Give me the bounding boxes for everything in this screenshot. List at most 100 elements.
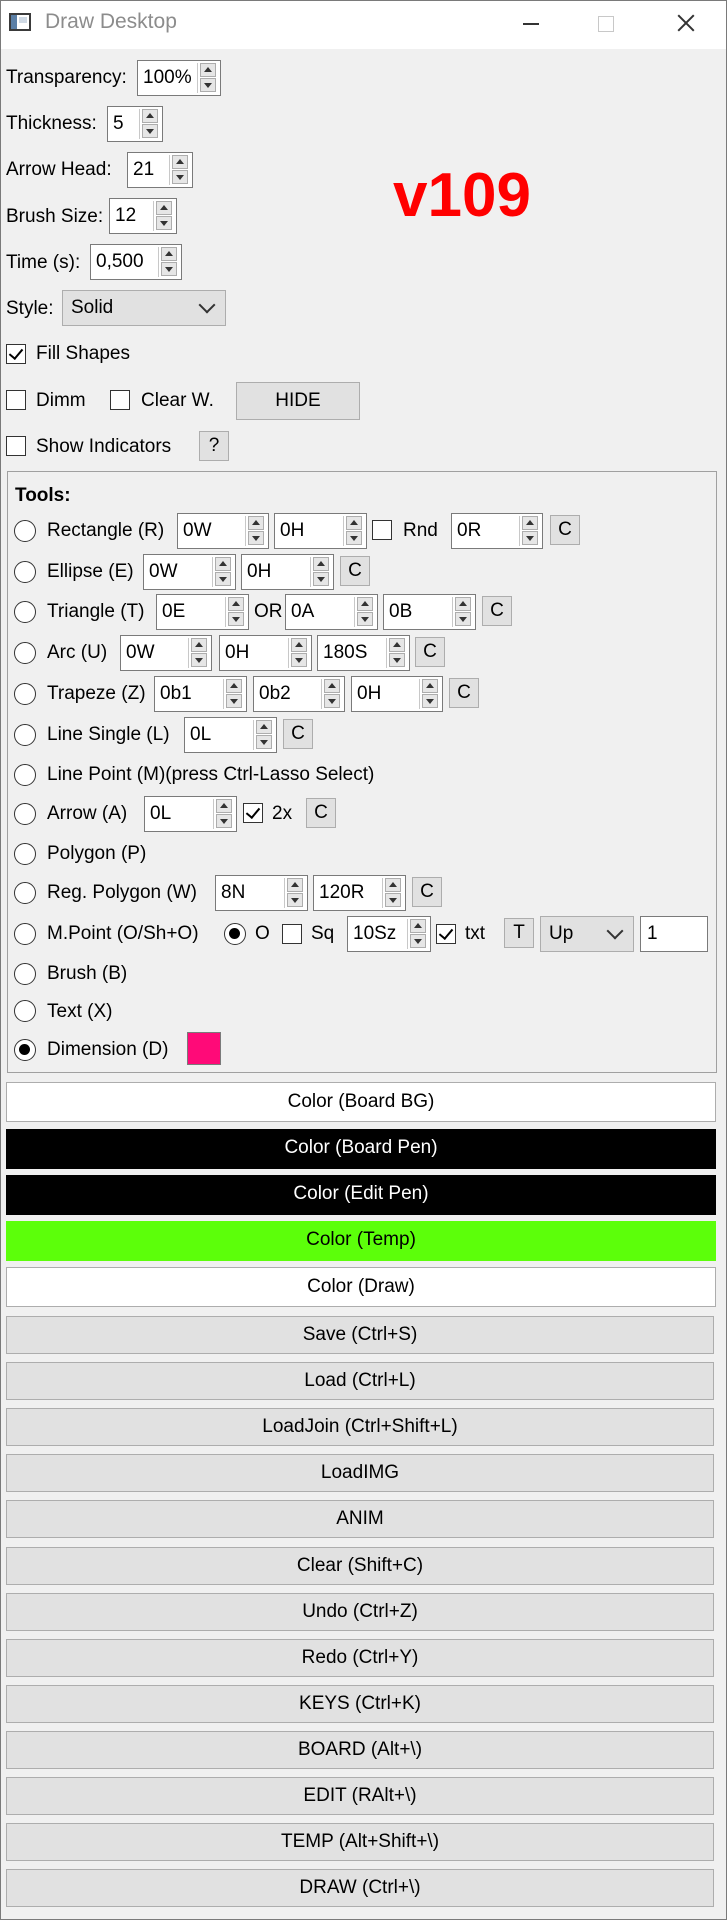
mpoint-sq-checkbox[interactable] <box>282 924 302 944</box>
ellipse-c-button[interactable]: C <box>340 556 370 586</box>
down-arrow-icon[interactable] <box>313 572 329 586</box>
up-arrow-icon[interactable] <box>172 155 188 169</box>
polygon-radio[interactable] <box>14 843 36 865</box>
down-arrow-icon[interactable] <box>226 694 242 708</box>
load-img-button[interactable]: LoadIMG <box>6 1454 714 1492</box>
reg-polygon-radius-spinner[interactable]: 120R <box>313 875 406 911</box>
up-arrow-icon[interactable] <box>313 557 329 571</box>
line-point-radio[interactable] <box>14 764 36 786</box>
line-single-length-spinner[interactable]: 0L <box>184 717 277 753</box>
temp-button[interactable]: TEMP (Alt+Shift+\) <box>6 1823 714 1861</box>
triangle-e-spinner[interactable]: 0E <box>156 594 249 630</box>
up-arrow-icon[interactable] <box>422 679 438 693</box>
reg-polygon-radio[interactable] <box>14 882 36 904</box>
down-arrow-icon[interactable] <box>172 170 188 184</box>
arc-c-button[interactable]: C <box>415 637 445 667</box>
draw-button[interactable]: DRAW (Ctrl+\) <box>6 1869 714 1907</box>
rectangle-radius-spinner[interactable]: 0R <box>451 513 543 549</box>
ellipse-width-spinner[interactable]: 0W <box>143 554 236 590</box>
up-arrow-icon[interactable] <box>256 720 272 734</box>
load-join-button[interactable]: LoadJoin (Ctrl+Shift+L) <box>6 1408 714 1446</box>
maximize-button[interactable] <box>575 3 635 43</box>
transparency-spinner[interactable]: 100% <box>137 60 221 96</box>
mpoint-number-field[interactable]: 1 <box>640 916 708 952</box>
hide-button[interactable]: HIDE <box>236 382 360 420</box>
rectangle-radio[interactable] <box>14 520 36 542</box>
trapeze-c-button[interactable]: C <box>449 678 479 708</box>
mpoint-t-button[interactable]: T <box>504 918 534 948</box>
down-arrow-icon[interactable] <box>324 694 340 708</box>
redo-button[interactable]: Redo (Ctrl+Y) <box>6 1639 714 1677</box>
color-edit-pen-button[interactable]: Color (Edit Pen) <box>6 1175 716 1215</box>
down-arrow-icon[interactable] <box>191 653 207 667</box>
dimension-color-swatch[interactable] <box>187 1032 221 1065</box>
down-arrow-icon[interactable] <box>215 572 231 586</box>
rectangle-height-spinner[interactable]: 0H <box>274 513 367 549</box>
arrow-length-spinner[interactable]: 0L <box>144 796 237 832</box>
dimm-checkbox[interactable] <box>6 390 26 410</box>
arc-height-spinner[interactable]: 0H <box>219 635 312 671</box>
arrow-c-button[interactable]: C <box>306 798 336 828</box>
down-arrow-icon[interactable] <box>161 262 177 276</box>
triangle-b-spinner[interactable]: 0B <box>383 594 476 630</box>
ellipse-height-spinner[interactable]: 0H <box>241 554 334 590</box>
down-arrow-icon[interactable] <box>156 216 172 230</box>
up-arrow-icon[interactable] <box>156 201 172 215</box>
down-arrow-icon[interactable] <box>142 124 158 138</box>
arrow-radio[interactable] <box>14 803 36 825</box>
color-board-pen-button[interactable]: Color (Board Pen) <box>6 1129 716 1169</box>
down-arrow-icon[interactable] <box>410 934 426 948</box>
dimension-radio[interactable] <box>14 1039 36 1061</box>
down-arrow-icon[interactable] <box>228 612 244 626</box>
rectangle-width-spinner[interactable]: 0W <box>177 513 269 549</box>
show-indicators-checkbox[interactable] <box>6 436 26 456</box>
down-arrow-icon[interactable] <box>291 653 307 667</box>
trapeze-b2-spinner[interactable]: 0b2 <box>253 676 345 712</box>
undo-button[interactable]: Undo (Ctrl+Z) <box>6 1593 714 1631</box>
help-button[interactable]: ? <box>199 431 229 461</box>
down-arrow-icon[interactable] <box>248 531 264 545</box>
anim-button[interactable]: ANIM <box>6 1500 714 1538</box>
up-arrow-icon[interactable] <box>287 878 303 892</box>
keys-button[interactable]: KEYS (Ctrl+K) <box>6 1685 714 1723</box>
mpoint-txt-checkbox[interactable] <box>436 924 456 944</box>
mpoint-o-radio[interactable] <box>224 923 246 945</box>
color-board-bg-button[interactable]: Color (Board BG) <box>6 1082 716 1122</box>
thickness-spinner[interactable]: 5 <box>107 106 163 142</box>
up-arrow-icon[interactable] <box>324 679 340 693</box>
up-arrow-icon[interactable] <box>226 679 242 693</box>
arc-width-spinner[interactable]: 0W <box>120 635 212 671</box>
line-single-c-button[interactable]: C <box>283 719 313 749</box>
down-arrow-icon[interactable] <box>422 694 438 708</box>
down-arrow-icon[interactable] <box>389 653 405 667</box>
board-button[interactable]: BOARD (Alt+\) <box>6 1731 714 1769</box>
clear-button[interactable]: Clear (Shift+C) <box>6 1547 714 1585</box>
trapeze-height-spinner[interactable]: 0H <box>351 676 443 712</box>
rectangle-rounded-checkbox[interactable] <box>372 520 392 540</box>
style-select[interactable]: Solid <box>62 290 226 326</box>
up-arrow-icon[interactable] <box>455 597 471 611</box>
rectangle-c-button[interactable]: C <box>550 515 580 545</box>
close-button[interactable] <box>655 3 715 43</box>
down-arrow-icon[interactable] <box>256 735 272 749</box>
ellipse-radio[interactable] <box>14 561 36 583</box>
up-arrow-icon[interactable] <box>200 63 216 77</box>
up-arrow-icon[interactable] <box>216 799 232 813</box>
edit-button[interactable]: EDIT (RAlt+\) <box>6 1777 714 1815</box>
down-arrow-icon[interactable] <box>200 78 216 92</box>
up-arrow-icon[interactable] <box>357 597 373 611</box>
mpoint-size-spinner[interactable]: 10Sz <box>347 916 431 952</box>
title-bar[interactable]: Draw Desktop <box>1 1 726 49</box>
triangle-radio[interactable] <box>14 601 36 623</box>
minimize-button[interactable] <box>501 3 561 43</box>
arc-radio[interactable] <box>14 642 36 664</box>
up-arrow-icon[interactable] <box>215 557 231 571</box>
reg-polygon-c-button[interactable]: C <box>412 877 442 907</box>
up-arrow-icon[interactable] <box>191 638 207 652</box>
line-single-radio[interactable] <box>14 724 36 746</box>
reg-polygon-sides-spinner[interactable]: 8N <box>215 875 308 911</box>
up-arrow-icon[interactable] <box>142 109 158 123</box>
brush-size-spinner[interactable]: 12 <box>109 198 177 234</box>
brush-radio[interactable] <box>14 963 36 985</box>
color-temp-button[interactable]: Color (Temp) <box>6 1221 716 1261</box>
